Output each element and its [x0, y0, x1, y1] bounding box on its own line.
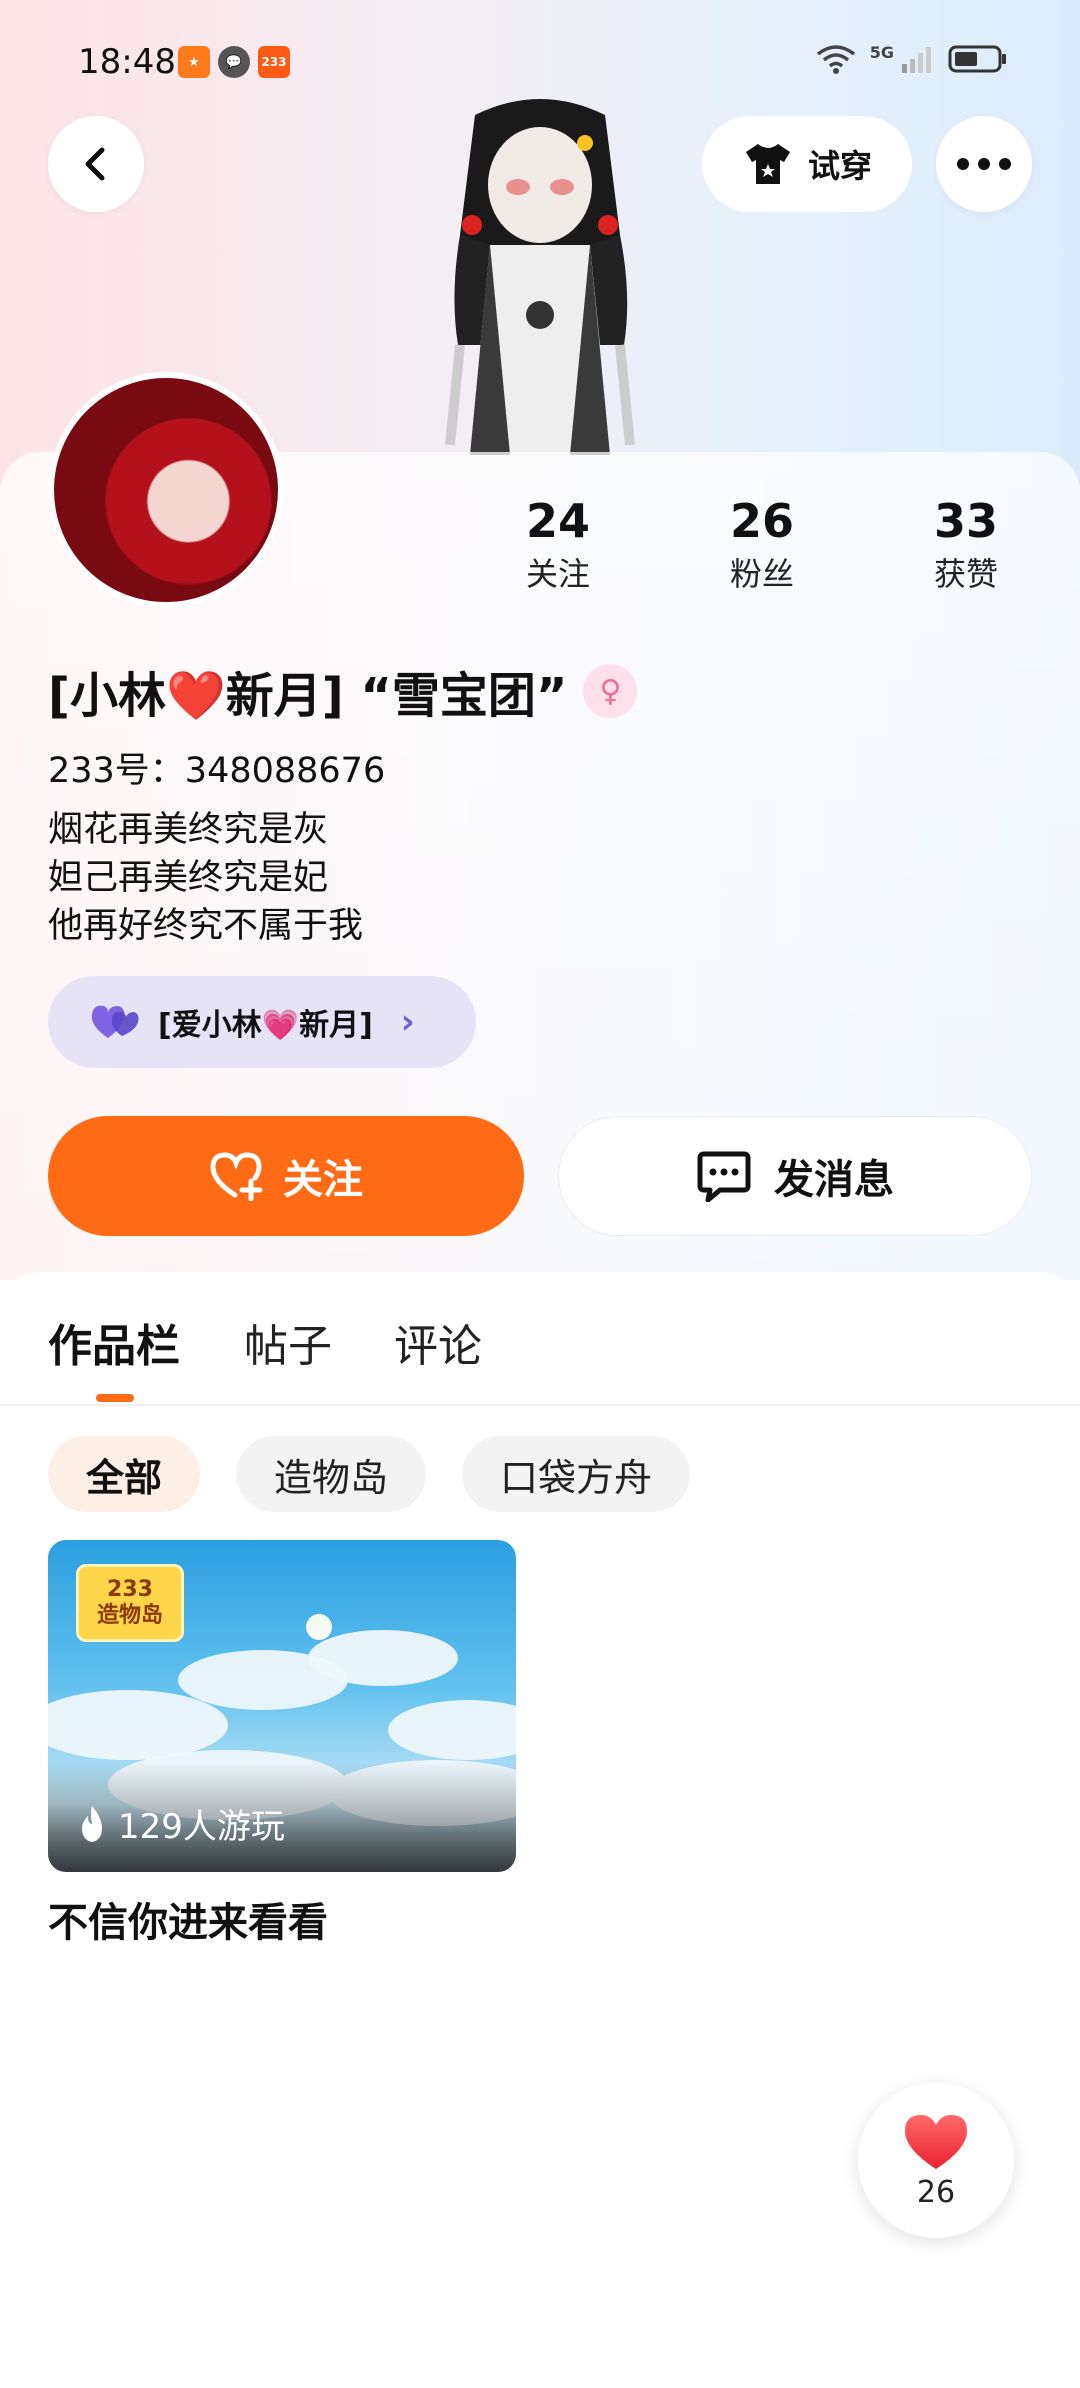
filter-creation-island[interactable]: 造物岛: [236, 1436, 427, 1512]
filter-chips: 全部 造物岛 口袋方舟: [48, 1436, 691, 1512]
cloud-shape: [388, 1700, 516, 1760]
stat-likes[interactable]: 33 获赞: [886, 492, 1046, 598]
follow-label: 关注: [283, 1157, 363, 1203]
more-options-button[interactable]: [936, 116, 1032, 212]
character-3d-model[interactable]: [420, 95, 660, 455]
play-count-label: 129人游玩: [118, 1807, 285, 1847]
tab-posts[interactable]: 帖子: [244, 1310, 332, 1374]
following-label: 关注: [525, 555, 590, 593]
tab-divider: [0, 1404, 1080, 1406]
signal-icon: [902, 47, 931, 73]
stat-followers[interactable]: 26 粉丝: [682, 492, 842, 598]
follow-button[interactable]: 关注: [48, 1116, 524, 1236]
character-figure-icon: [445, 99, 635, 455]
user-avatar[interactable]: [48, 372, 284, 608]
system-icons: 5G: [816, 42, 1008, 74]
cloud-shape: [308, 1630, 458, 1686]
flame-icon: [82, 1805, 102, 1842]
following-count: 24: [525, 494, 590, 548]
logo-text-bottom: 造物岛: [96, 1603, 163, 1628]
wifi-icon: [816, 45, 855, 74]
avatar-image: [54, 378, 278, 602]
bio-line: 妲己再美终究是妃: [48, 858, 329, 898]
bio: 烟花再美终究是灰 妲己再美终究是妃 他再好终究不属于我: [48, 806, 363, 950]
game-logo: 233 造物岛: [76, 1564, 184, 1642]
active-tab-indicator: [96, 1394, 134, 1402]
chat-bubble-icon: 💬: [218, 46, 250, 78]
network-type-label: 5G: [869, 42, 894, 62]
heart-plus-icon: [210, 1152, 263, 1201]
heart-icon: [905, 2114, 967, 2169]
likes-label: 获赞: [933, 555, 998, 593]
user-id[interactable]: 233号：348088676: [48, 742, 385, 793]
work-title[interactable]: 不信你进来看看: [48, 1890, 328, 1948]
send-message-label: 发消息: [774, 1157, 894, 1203]
tab-comments[interactable]: 评论: [394, 1310, 482, 1374]
sun-shape: [306, 1614, 332, 1640]
female-gender-icon: ♀: [583, 664, 638, 718]
nickname: [小林❤️新月] “雪宝团”: [48, 668, 568, 724]
like-count: 26: [916, 2174, 956, 2210]
bio-line: 他再好终究不属于我: [48, 906, 364, 946]
nickname-row: [小林❤️新月] “雪宝团” ♀: [48, 656, 638, 726]
app-notification-icon: ★: [178, 46, 210, 78]
back-button[interactable]: [48, 116, 144, 212]
followers-count: 26: [729, 494, 794, 548]
followers-label: 粉丝: [729, 555, 794, 593]
notification-icons: ★ 💬 233: [178, 46, 290, 78]
logo-text-top: 233: [107, 1577, 153, 1602]
play-count: 129人游玩: [76, 1799, 285, 1848]
content-tabs: 作品栏 帖子 评论: [0, 1310, 1080, 1402]
like-floating-button[interactable]: 26: [858, 2082, 1014, 2238]
try-on-label: 试穿: [807, 147, 872, 185]
try-on-button[interactable]: 试穿: [702, 116, 912, 212]
filter-pocket-ark[interactable]: 口袋方舟: [462, 1436, 691, 1512]
group-tag-button[interactable]: [爱小林💗新月] ›: [48, 976, 476, 1068]
status-time: 18:48: [78, 42, 176, 82]
group-tag-label: [爱小林💗新月]: [158, 1008, 373, 1043]
chevron-right-icon: ›: [400, 1002, 415, 1042]
double-heart-icon: [91, 1005, 139, 1038]
battery-icon: [948, 45, 1006, 73]
tshirt-icon: [745, 144, 790, 184]
app-233-icon: 233: [258, 46, 290, 78]
tab-works[interactable]: 作品栏: [48, 1310, 180, 1374]
send-message-button[interactable]: 发消息: [558, 1116, 1032, 1236]
more-dots-icon: [957, 158, 1011, 170]
stat-following[interactable]: 24 关注: [478, 492, 638, 598]
chat-bubble-icon: [697, 1151, 751, 1202]
filter-all[interactable]: 全部: [48, 1436, 201, 1512]
likes-count: 33: [933, 494, 998, 548]
chevron-left-icon: [85, 147, 105, 181]
bio-line: 烟花再美终究是灰: [48, 810, 329, 850]
work-card[interactable]: 233 造物岛 129人游玩: [48, 1540, 516, 1872]
